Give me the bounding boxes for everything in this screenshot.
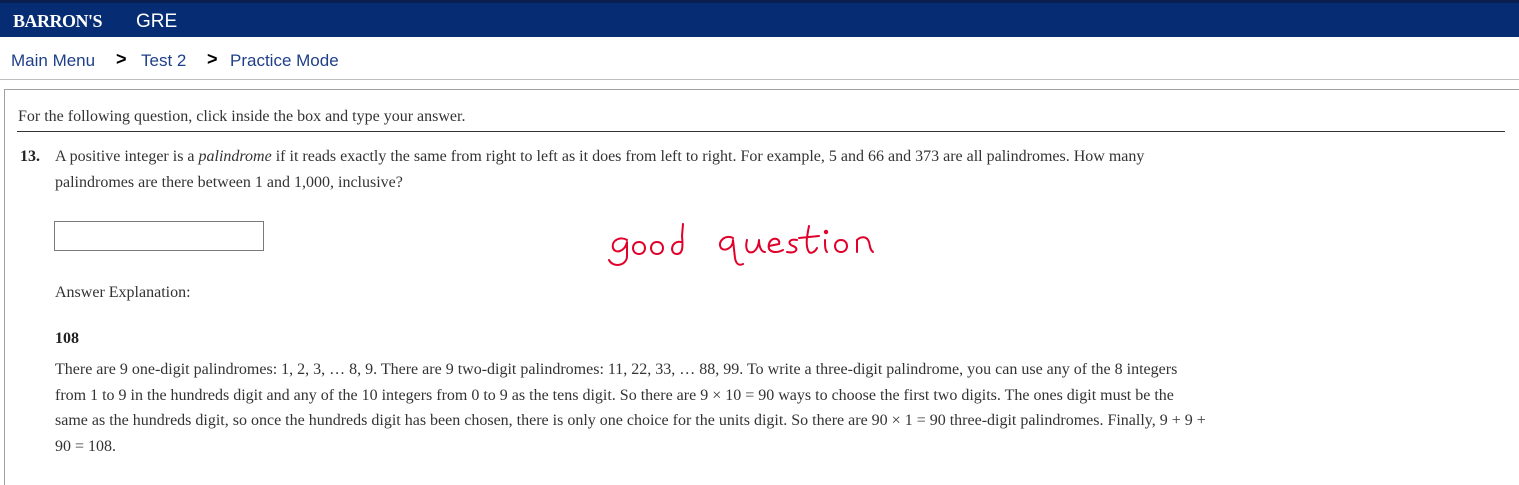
question-text-post: if it reads exactly the same from right … (271, 148, 1145, 165)
question-text-pre: A positive integer is a (55, 148, 199, 165)
handwriting-good-question (608, 223, 874, 266)
breadcrumb-test-2[interactable]: Test 2 (141, 51, 186, 71)
brand-logo: BARRON'S (13, 11, 103, 31)
instructions-text: For the following question, click inside… (18, 108, 466, 125)
product-name: GRE (136, 11, 178, 32)
question-number: 13. (20, 148, 40, 165)
correct-answer: 108 (55, 330, 79, 347)
explanation-line-3: same as the hundreds digit, so once the … (55, 412, 1206, 429)
breadcrumb-separator: > (116, 49, 127, 69)
explanation-label: Answer Explanation: (55, 284, 191, 301)
divider (17, 131, 1505, 132)
explanation-line-4: 90 = 108. (55, 438, 117, 455)
question-text-line-2: palindromes are there between 1 and 1,00… (55, 174, 403, 191)
breadcrumb-separator: > (207, 49, 218, 69)
explanation-line-2: from 1 to 9 in the hundreds digit and an… (55, 387, 1174, 404)
breadcrumb: Main Menu > Test 2 > Practice Mode (0, 37, 1519, 80)
question-text-line-1: A positive integer is a palindrome if it… (55, 148, 1144, 166)
handwritten-annotation (605, 212, 925, 277)
question-term-palindrome: palindrome (198, 148, 272, 165)
breadcrumb-main-menu[interactable]: Main Menu (11, 51, 95, 71)
answer-input[interactable] (54, 221, 264, 251)
app-header: BARRON'S GRE (0, 0, 1519, 37)
explanation-line-1: There are 9 one-digit palindromes: 1, 2,… (55, 361, 1178, 378)
breadcrumb-practice-mode[interactable]: Practice Mode (230, 51, 339, 71)
